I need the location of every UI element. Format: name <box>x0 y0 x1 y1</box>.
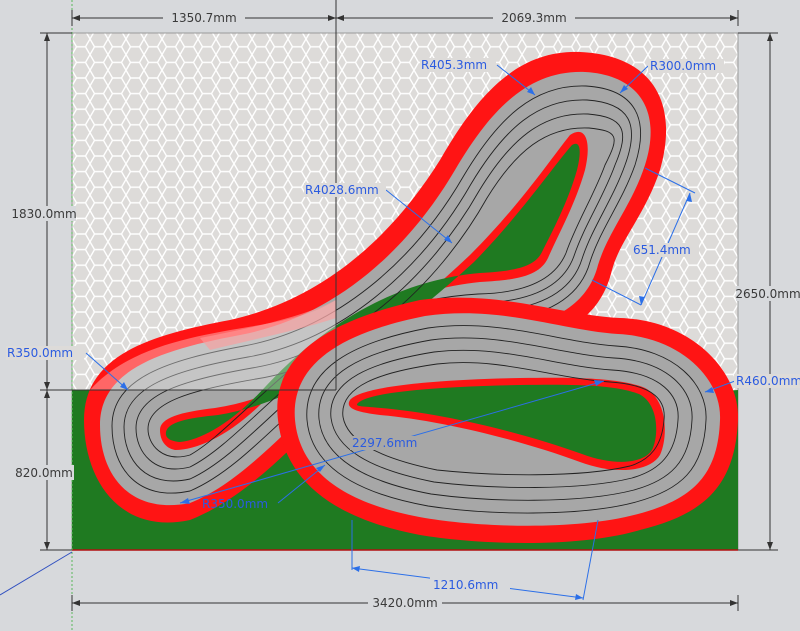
dim-left-height: 1830.0mm <box>11 207 76 221</box>
track-layout-canvas: 1350.7mm 2069.3mm 1830.0mm 820.0mm 2650.… <box>0 0 800 631</box>
dim-radius-left: R350.0mm <box>7 346 73 360</box>
dim-radius-long: R4028.6mm <box>305 183 379 197</box>
dim-straight-length: 651.4mm <box>633 243 691 257</box>
dim-radius-lower-inner: R350.0mm <box>202 497 268 511</box>
dim-bottom-total: 3420.0mm <box>372 596 437 610</box>
blue-axis <box>0 551 73 596</box>
dim-top-left: 1350.7mm <box>171 11 236 25</box>
dim-left-lower: 820.0mm <box>15 466 73 480</box>
dim-bottom-inner: 1210.6mm <box>433 578 498 592</box>
dim-top-right: 2069.3mm <box>501 11 566 25</box>
dim-right-height: 2650.0mm <box>735 287 800 301</box>
dim-radius-right: R460.0mm <box>736 374 800 388</box>
dim-radius-upper-right: R300.0mm <box>650 59 716 73</box>
dim-center-length: 2297.6mm <box>352 436 417 450</box>
dim-radius-upper-left: R405.3mm <box>421 58 487 72</box>
